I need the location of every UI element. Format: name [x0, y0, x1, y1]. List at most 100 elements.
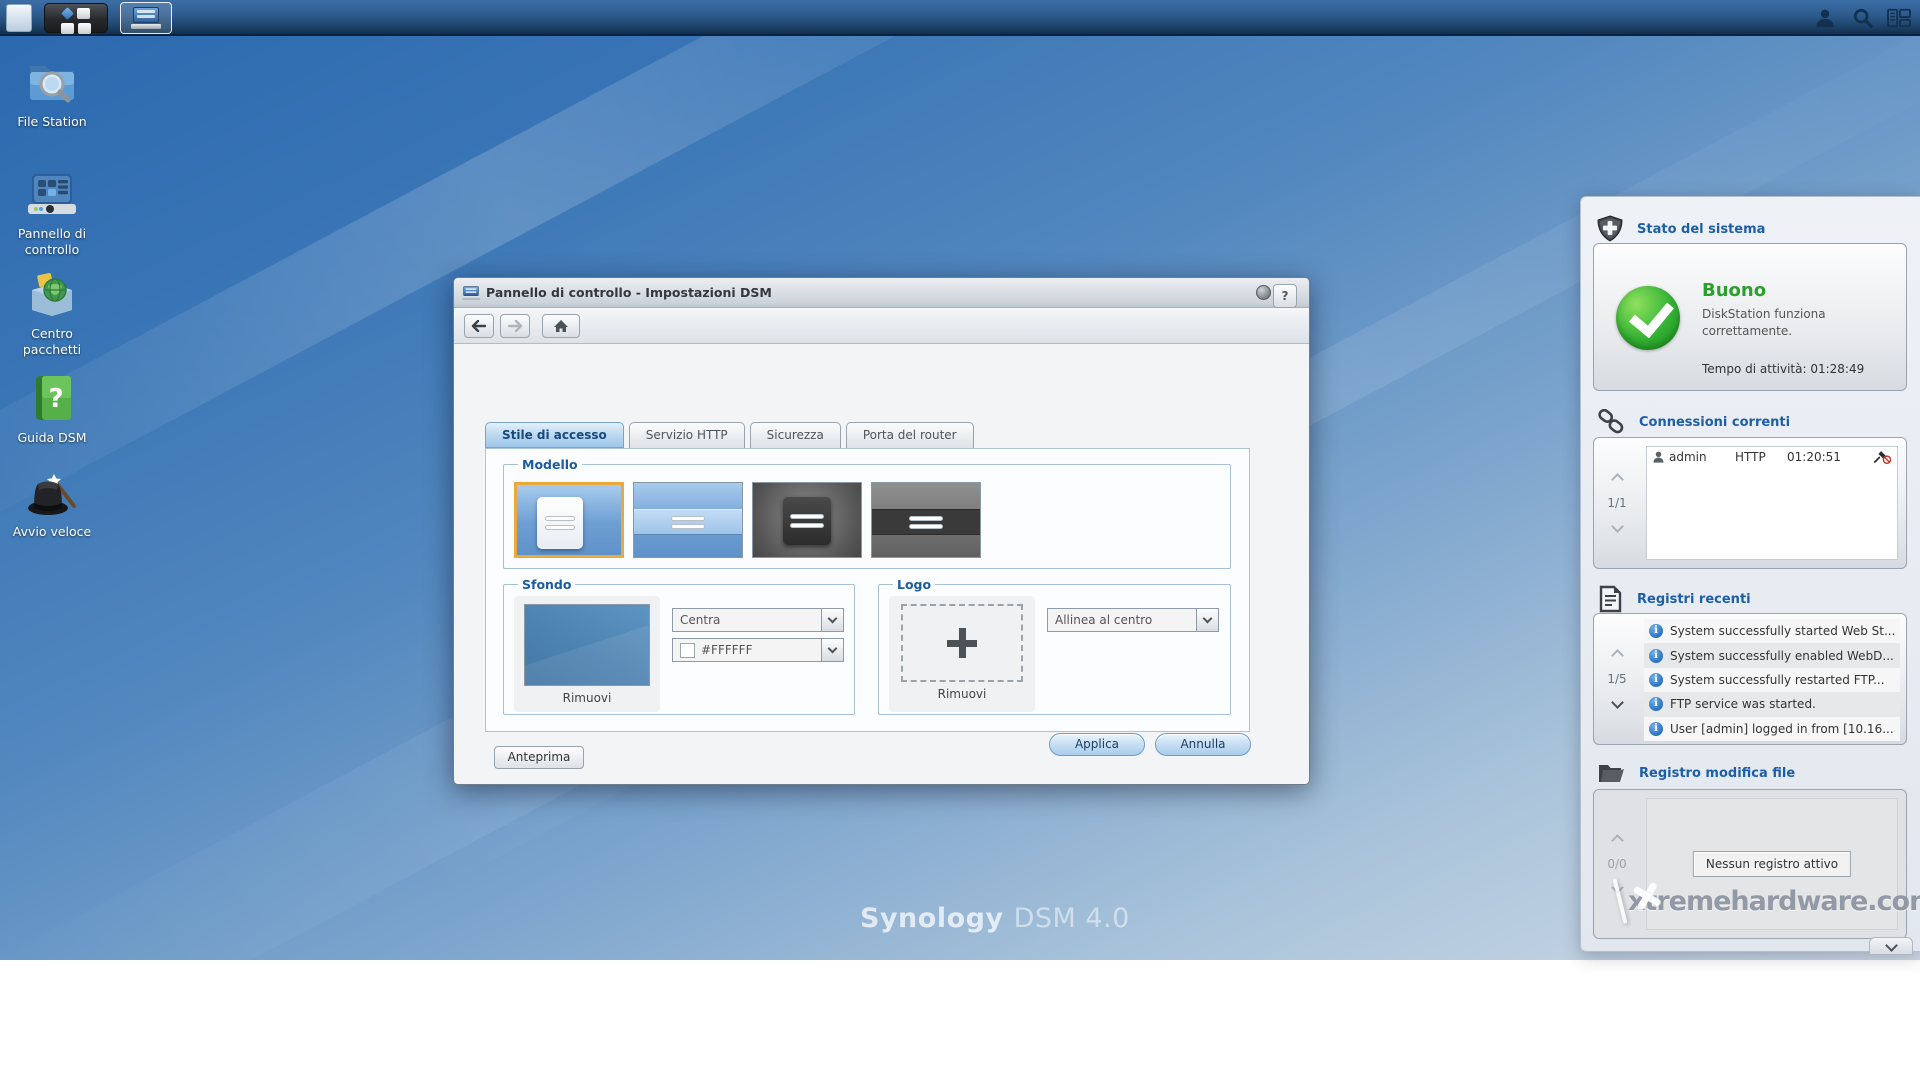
plus-icon	[947, 628, 977, 658]
log-text: System successfully started Web St...	[1670, 624, 1895, 638]
log-row[interactable]: FTP service was started.	[1644, 692, 1900, 716]
desktop-icon-control-panel[interactable]: Pannello di controllo	[4, 168, 100, 257]
background-position-select[interactable]: Centra	[672, 608, 844, 632]
connections-card: 1/1 admin HTTP 01:20:51	[1593, 437, 1907, 569]
info-icon	[1649, 697, 1663, 711]
page-up-icon[interactable]	[1611, 649, 1624, 662]
panel-collapse-button[interactable]	[1869, 937, 1913, 955]
apply-button[interactable]: Applica	[1049, 733, 1145, 756]
help-button[interactable]: ?	[1273, 284, 1297, 308]
desktop-icon-file-station[interactable]: File Station	[4, 56, 100, 130]
desktop-icon-label: Guida DSM	[4, 430, 100, 446]
version-text: DSM 4.0	[1014, 903, 1130, 934]
window-toolbar	[454, 308, 1309, 344]
user-menu-icon[interactable]	[1812, 5, 1838, 31]
logo-upload-dropzone[interactable]	[901, 604, 1023, 682]
dropdown-arrow-icon[interactable]	[821, 639, 843, 661]
logo-legend: Logo	[893, 577, 935, 592]
connections-header: Connessioni correnti	[1597, 409, 1790, 435]
log-text: FTP service was started.	[1670, 697, 1816, 711]
tab-bar: Stile di accesso Servizio HTTP Sicurezza…	[485, 422, 974, 448]
tab-stile-di-accesso[interactable]: Stile di accesso	[485, 422, 624, 448]
modello-legend: Modello	[518, 457, 582, 472]
modello-fieldset: Modello	[503, 457, 1231, 569]
info-icon	[1649, 722, 1663, 736]
template-blue-card[interactable]	[514, 482, 624, 558]
connection-row[interactable]: admin HTTP 01:20:51	[1647, 447, 1897, 467]
log-row[interactable]: User [admin] logged in from [10.16...	[1644, 717, 1900, 741]
svg-text:?: ?	[48, 384, 63, 414]
connections-pager: 1/1	[1594, 438, 1640, 568]
connections-list: admin HTTP 01:20:51	[1646, 446, 1898, 560]
template-blue-band[interactable]	[633, 482, 743, 558]
recent-logs-header: Registri recenti	[1597, 585, 1751, 613]
window-title: Pannello di controllo - Impostazioni DSM	[486, 285, 772, 300]
site-watermark: xtremehardware.com	[1618, 878, 1920, 924]
system-health-header: Stato del sistema	[1597, 215, 1765, 243]
desktop-icon-label: Pannello di controllo	[4, 226, 100, 257]
pager-label: 1/1	[1607, 496, 1626, 510]
main-menu-button[interactable]	[44, 3, 108, 33]
disconnect-icon[interactable]	[1873, 450, 1891, 464]
log-row[interactable]: System successfully restarted FTP...	[1644, 668, 1900, 692]
home-button[interactable]	[542, 314, 580, 338]
chevron-down-icon	[1885, 939, 1898, 952]
file-station-icon	[24, 56, 80, 108]
taskbar-item-control-panel[interactable]	[120, 2, 172, 34]
background-thumbnail-tile: Rimuovi	[514, 596, 660, 712]
minimize-button[interactable]	[1256, 285, 1271, 300]
desktop-icon-quick-start[interactable]: Avvio veloce	[4, 466, 100, 540]
search-icon[interactable]	[1850, 5, 1876, 31]
synology-dsm-watermark: SynologyDSM 4.0	[860, 903, 1130, 934]
show-desktop-button[interactable]	[6, 4, 32, 32]
desktop-icon-package-center[interactable]: Centro pacchetti	[4, 268, 100, 357]
cancel-button[interactable]: Annulla	[1155, 733, 1251, 756]
watermark-text: xtremehardware.com	[1628, 886, 1920, 917]
desktop-icon-dsm-help[interactable]: ? Guida DSM	[4, 372, 100, 446]
window-titlebar[interactable]: Pannello di controllo - Impostazioni DSM	[454, 278, 1309, 308]
connection-user: admin	[1669, 450, 1707, 464]
logo-thumbnail-tile: Rimuovi	[889, 596, 1035, 712]
sfondo-fieldset: Sfondo Rimuovi Centra #FFFFFF	[503, 577, 855, 715]
tab-panel: Modello Sfondo	[485, 448, 1250, 732]
preview-button[interactable]: Anteprima	[494, 746, 584, 769]
dropdown-arrow-icon[interactable]	[821, 609, 843, 631]
remove-logo-link[interactable]: Rimuovi	[938, 687, 987, 701]
log-row[interactable]: System successfully enabled WebD...	[1644, 643, 1900, 667]
shield-icon	[1597, 215, 1623, 243]
user-icon	[1653, 451, 1664, 463]
dropdown-arrow-icon[interactable]	[1196, 609, 1218, 631]
connection-time: 01:20:51	[1787, 450, 1865, 464]
package-center-icon	[24, 268, 80, 320]
logs-pager: 1/5	[1594, 614, 1640, 744]
widget-title: Registro modifica file	[1639, 766, 1795, 781]
quick-start-icon	[24, 466, 80, 518]
window-icon	[462, 286, 480, 299]
page-down-icon[interactable]	[1611, 520, 1624, 533]
tab-sicurezza[interactable]: Sicurezza	[750, 422, 841, 448]
tab-servizio-http[interactable]: Servizio HTTP	[629, 422, 745, 448]
page-up-icon[interactable]	[1611, 473, 1624, 486]
logo-align-value: Allinea al centro	[1055, 613, 1152, 627]
menu-square-icon	[78, 23, 91, 34]
remove-background-link[interactable]: Rimuovi	[563, 691, 612, 705]
background-image-thumbnail[interactable]	[524, 604, 650, 686]
log-text: System successfully enabled WebD...	[1670, 649, 1894, 663]
uptime-text: Tempo di attività: 01:28:49	[1702, 362, 1864, 376]
menu-square-icon	[61, 23, 74, 34]
tab-porta-del-router[interactable]: Porta del router	[846, 422, 974, 448]
link-icon	[1597, 409, 1625, 435]
template-dark-card[interactable]	[752, 482, 862, 558]
pilot-view-icon[interactable]	[1886, 5, 1912, 31]
logo-align-select[interactable]: Allinea al centro	[1047, 608, 1219, 632]
widget-title: Registri recenti	[1637, 592, 1751, 607]
page-up-icon[interactable]	[1611, 834, 1624, 847]
back-button[interactable]	[464, 314, 494, 338]
background-color-select[interactable]: #FFFFFF	[672, 638, 844, 662]
log-row[interactable]: System successfully started Web St...	[1644, 619, 1900, 643]
status-label: Buono	[1702, 280, 1766, 301]
forward-button[interactable]	[500, 314, 530, 338]
info-icon	[1649, 624, 1663, 638]
template-dark-band[interactable]	[871, 482, 981, 558]
page-down-icon[interactable]	[1611, 696, 1624, 709]
